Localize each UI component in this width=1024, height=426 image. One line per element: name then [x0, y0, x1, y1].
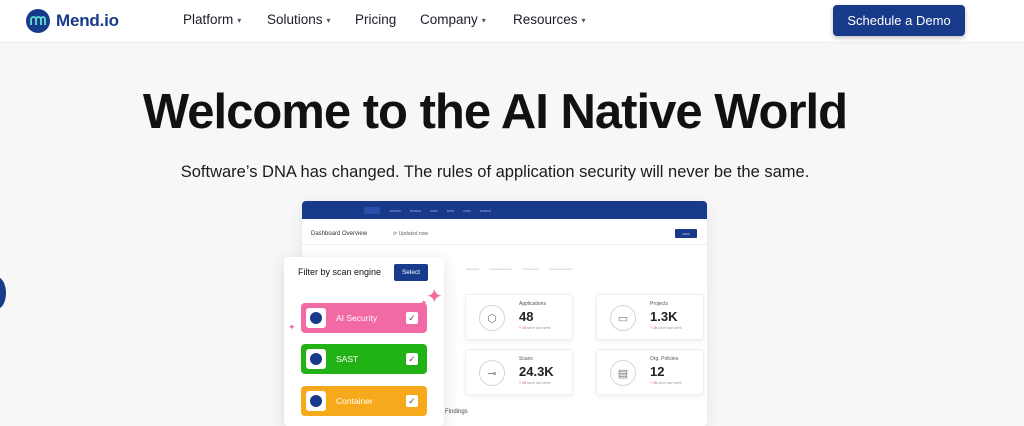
nav-label: Resources — [513, 12, 578, 27]
engine-container[interactable]: Container ✓ — [301, 386, 427, 416]
chevron-down-icon: ▾ — [481, 16, 486, 25]
stat-label: Applications — [519, 301, 546, 307]
hero-title: Welcome to the AI Native World — [0, 84, 990, 140]
filter-title: Filter by scan engine — [298, 267, 382, 277]
refresh-icon: ⟳ — [393, 230, 398, 237]
nav-label: Company — [420, 12, 478, 27]
hero-subtitle: Software’s DNA has changed. The rules of… — [180, 163, 810, 181]
engine-label: Container — [336, 396, 373, 406]
export-button: ▭▭ — [675, 229, 697, 238]
dashboard-nav-tab: ▭▭▭ — [389, 207, 401, 213]
engine-ai-security[interactable]: AI Security ✓ — [301, 303, 427, 333]
top-navbar: Mend.io Platform ▾ Solutions ▾ Pricing Com… — [0, 0, 1024, 43]
stat-card-applications: ⬡ Applications 48 + 15 since last week — [465, 294, 573, 340]
engine-sast[interactable]: SAST ✓ — [301, 344, 427, 374]
chevron-down-icon: ▾ — [326, 16, 331, 25]
filter-chip: ▭▭▭▭▭▭▭ — [548, 267, 573, 271]
cube-icon: ⬡ — [479, 305, 505, 331]
sparkle-icon: ✦ — [420, 298, 428, 308]
sparkle-icon: ✦ — [426, 286, 443, 308]
nav-label: Pricing — [355, 12, 397, 27]
stat-value: 24.3K — [519, 364, 554, 379]
dashboard-overview-bar: Dashboard Overview ⟳ Updated now ▭▭ — [302, 223, 707, 245]
folder-icon: ▭ — [610, 305, 636, 331]
stat-delta: + 15 since last week — [650, 326, 682, 330]
brand-logo[interactable]: Mend.io — [26, 9, 119, 33]
chevron-down-icon: ▾ — [581, 16, 586, 25]
stat-card-org-policies: ▤ Org. Policies 12 + 15 since last week — [596, 349, 704, 395]
dashboard-topbar: ▭▭▭ ▭▭▭ ▭▭ ▭▭ ▭▭ ▭▭▭ — [302, 201, 707, 219]
filter-chip: ▭▭▭▭▭ — [522, 267, 539, 271]
checkbox-checked-icon[interactable]: ✓ — [406, 353, 418, 365]
stat-value: 1.3K — [650, 309, 678, 324]
stat-delta: + 15 since last week — [519, 381, 551, 385]
nav-solutions[interactable]: Solutions ▾ — [267, 12, 331, 27]
dashboard-nav-tab: ▭▭▭ — [409, 207, 422, 213]
mend-logo-icon — [26, 9, 50, 33]
findings-section-label: Findings — [445, 409, 468, 415]
sparkle-icon: ✦ — [288, 322, 296, 332]
stat-card-scans: ⊸ Scans 24.3K + 15 since last week — [465, 349, 573, 395]
updated-label: Updated now — [398, 230, 429, 237]
mend-logo-icon — [306, 349, 326, 369]
dashboard-nav-tab: ▭▭ — [430, 207, 438, 213]
nav-label: Platform — [183, 12, 234, 27]
nav-company[interactable]: Company ▾ — [420, 12, 486, 27]
mend-logo-icon — [306, 391, 326, 411]
checkbox-checked-icon[interactable]: ✓ — [406, 395, 418, 407]
hero-title-bold: AI Native World — [500, 85, 848, 139]
stat-label: Projects — [650, 301, 669, 307]
stat-delta: + 15 since last week — [519, 326, 551, 330]
dashboard-nav-tab: ▭▭ — [463, 207, 471, 213]
nav-label: Solutions — [267, 12, 323, 27]
stat-value: 48 — [519, 309, 534, 324]
commit-icon: ⊸ — [479, 360, 505, 386]
stat-label: Org. Policies — [650, 356, 679, 362]
dashboard-overview-label: Dashboard Overview — [311, 230, 368, 237]
stat-card-projects: ▭ Projects 1.3K + 15 since last week — [596, 294, 704, 340]
clipboard-icon: ▤ — [610, 360, 636, 386]
engine-label: AI Security — [336, 313, 378, 323]
dashboard-nav-tab: ▭▭▭ — [479, 207, 492, 213]
side-chat-widget[interactable] — [0, 277, 6, 309]
stat-label: Scans — [519, 356, 533, 362]
mend-logo-icon — [306, 308, 326, 328]
scan-engine-filter-panel: Filter by scan engine Select AI Security… — [284, 257, 444, 426]
stat-delta: + 15 since last week — [650, 381, 682, 385]
dashboard-nav-tab — [364, 206, 381, 214]
hero-title-regular: Welcome to the — [142, 85, 501, 139]
dashboard-filterbar: ▭▭▭▭ ▭▭▭▭▭▭▭ ▭▭▭▭▭ ▭▭▭▭▭▭▭ — [466, 267, 572, 271]
nav-resources[interactable]: Resources ▾ — [513, 12, 586, 27]
nav-platform[interactable]: Platform ▾ — [183, 12, 241, 27]
chevron-down-icon: ▾ — [237, 16, 242, 25]
nav-pricing[interactable]: Pricing — [355, 12, 396, 27]
updated-status: ⟳ Updated now — [393, 231, 428, 237]
dashboard-nav-tab: ▭▭ — [446, 207, 455, 213]
filter-chip: ▭▭▭▭ — [466, 267, 480, 271]
filter-chip: ▭▭▭▭▭▭▭ — [489, 267, 513, 271]
brand-name: Mend.io — [56, 11, 119, 30]
checkbox-checked-icon[interactable]: ✓ — [406, 312, 418, 324]
stat-value: 12 — [650, 364, 665, 379]
select-button[interactable]: Select — [394, 264, 428, 281]
engine-label: SAST — [336, 354, 359, 364]
schedule-demo-button[interactable]: Schedule a Demo — [833, 5, 965, 36]
